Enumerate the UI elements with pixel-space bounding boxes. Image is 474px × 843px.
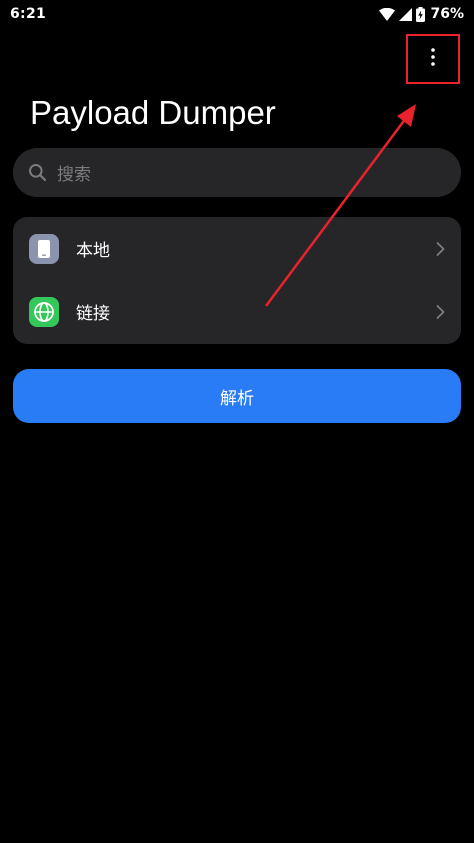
status-icons: 76% [379, 6, 464, 22]
status-time: 6:21 [10, 6, 47, 22]
more-options-button[interactable] [406, 34, 460, 84]
search-input[interactable]: 搜索 [13, 148, 461, 197]
chevron-right-icon [436, 241, 445, 256]
globe-icon [29, 296, 59, 327]
source-item-link-label: 链接 [76, 304, 110, 324]
source-item-local-label: 本地 [76, 241, 110, 261]
phone-icon [29, 233, 59, 264]
source-item-local[interactable]: 本地 [13, 217, 461, 280]
search-icon [27, 163, 47, 183]
app-screen: 6:21 76% Payload Dumper 搜索 本地 链接 解析 [0, 0, 474, 843]
page-title: Payload Dumper [30, 94, 276, 131]
parse-button[interactable]: 解析 [13, 369, 461, 423]
chevron-right-icon [436, 304, 445, 319]
status-bar: 6:21 76% [0, 0, 474, 28]
signal-icon [399, 7, 413, 21]
search-placeholder: 搜索 [57, 165, 91, 185]
more-vertical-icon [430, 47, 436, 71]
battery-percent: 76% [430, 6, 464, 22]
source-item-link[interactable]: 链接 [13, 280, 461, 343]
wifi-icon [379, 7, 396, 21]
source-list: 本地 链接 [13, 217, 461, 344]
battery-charging-icon [416, 6, 426, 22]
